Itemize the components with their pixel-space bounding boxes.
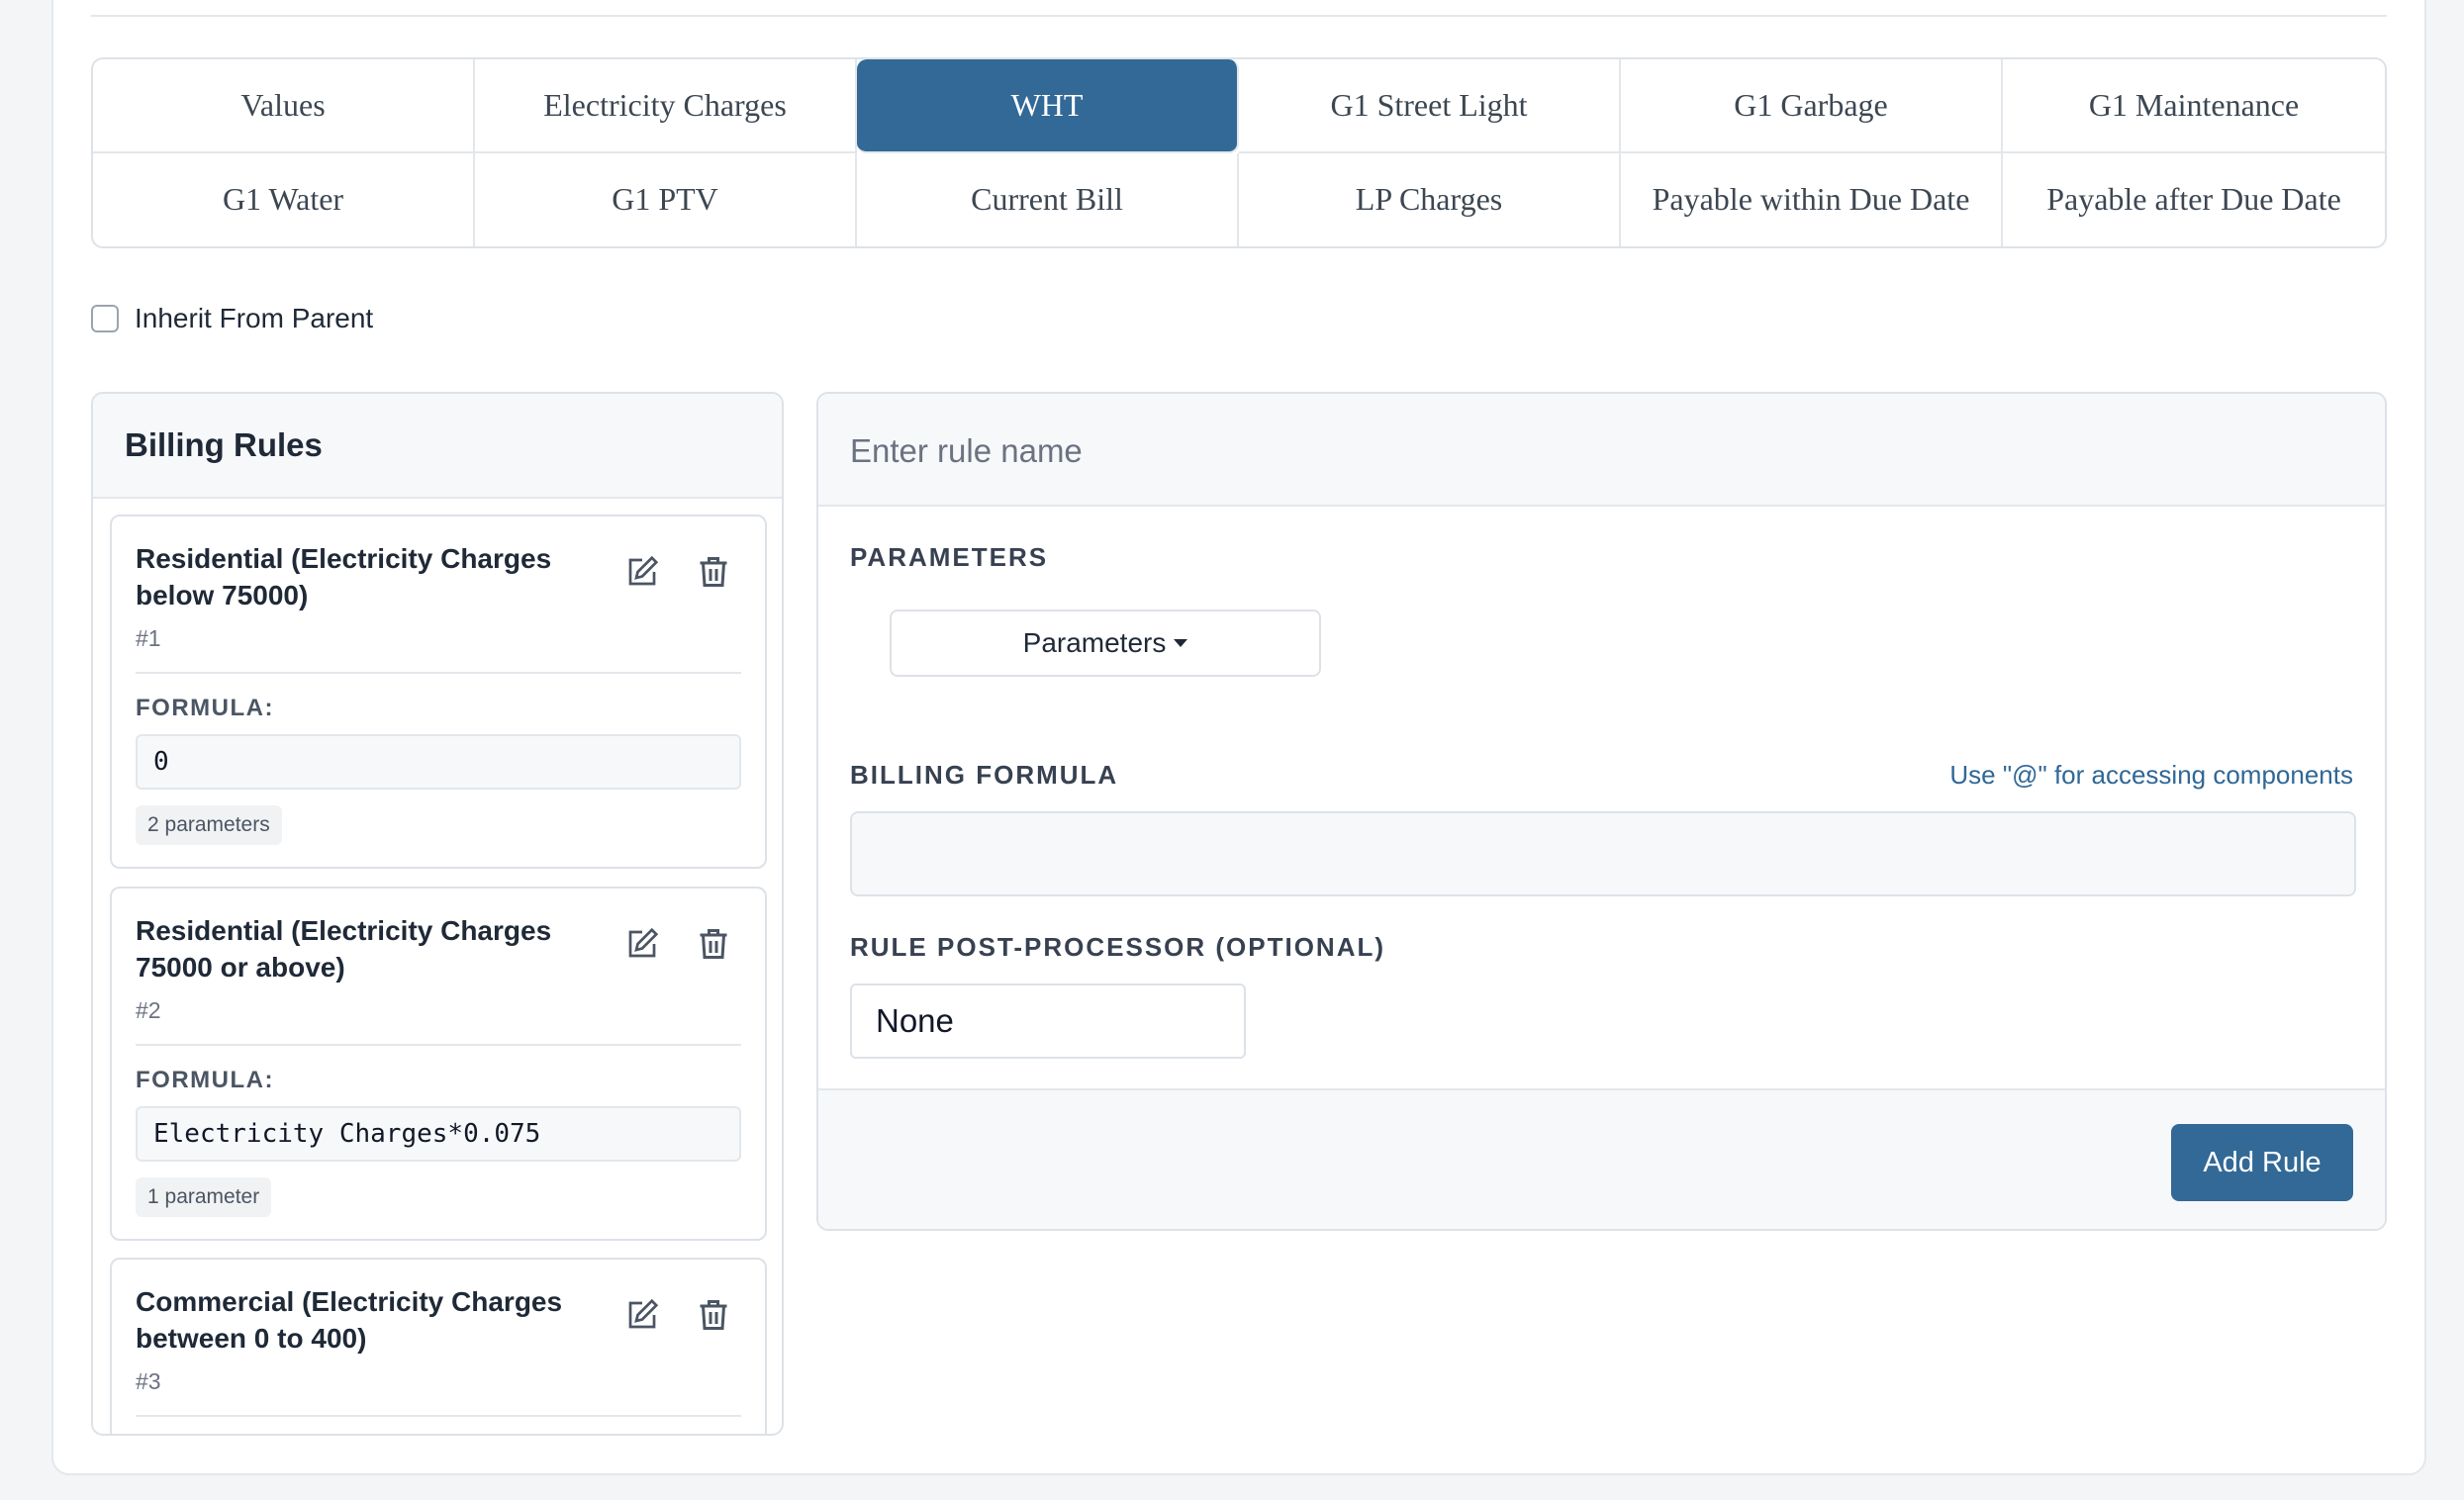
rule-number: #2	[136, 997, 161, 1023]
formula-value: 0	[136, 734, 741, 790]
billing-rules-header: Billing Rules	[93, 394, 782, 499]
rule-number: #1	[136, 625, 161, 651]
parameters-button-label: Parameters	[1022, 627, 1167, 658]
tab-values[interactable]: Values	[93, 59, 475, 153]
tab-payable-after-due-date[interactable]: Payable after Due Date	[2003, 153, 2385, 247]
trash-icon[interactable]	[696, 554, 731, 590]
rule-divider	[136, 672, 741, 674]
rule-number: #3	[136, 1368, 161, 1394]
tab-wht[interactable]: WHT	[857, 59, 1239, 153]
trash-icon[interactable]	[696, 926, 731, 962]
tab-current-bill[interactable]: Current Bill	[857, 152, 1239, 246]
parameters-dropdown-button[interactable]: Parameters	[890, 609, 1321, 677]
formula-hint: Use "@" for accessing components	[1949, 760, 2353, 790]
rule-name: Residential (Electricity Charges 75000 o…	[136, 915, 552, 983]
tab-g1-ptv[interactable]: G1 PTV	[475, 152, 857, 246]
tab-g1-garbage[interactable]: G1 Garbage	[1621, 59, 2003, 153]
billing-formula-label: BILLING FORMULA	[850, 760, 1119, 790]
post-processor-label: RULE POST-PROCESSOR (OPTIONAL)	[850, 932, 1386, 962]
tab-g1-water[interactable]: G1 Water	[93, 152, 475, 246]
rule-name: Commercial (Electricity Charges between …	[136, 1286, 563, 1354]
rule-name-input[interactable]	[850, 423, 1840, 479]
rule-divider	[136, 1415, 741, 1417]
edit-icon[interactable]	[624, 554, 660, 590]
tab-electricity-charges[interactable]: Electricity Charges	[475, 59, 857, 153]
post-processor-value: None	[876, 1002, 954, 1039]
inherit-label: Inherit From Parent	[135, 303, 374, 333]
billing-rules-panel: Billing Rules Residential (Electricity C…	[91, 392, 784, 1436]
rule-editor-panel: PARAMETERS Parameters BILLING FORMULA Us…	[816, 392, 2387, 1231]
post-processor-select[interactable]: None	[850, 984, 1246, 1059]
billing-formula-input[interactable]	[850, 811, 2356, 896]
rule-editor-footer: Add Rule	[818, 1088, 2385, 1229]
inherit-from-parent[interactable]: Inherit From Parent	[91, 303, 373, 334]
rule-card[interactable]: Residential (Electricity Charges below 7…	[110, 515, 767, 869]
rule-divider	[136, 1044, 741, 1046]
edit-icon[interactable]	[624, 1297, 660, 1333]
tab-g1-street-light[interactable]: G1 Street Light	[1239, 59, 1621, 153]
parameter-count-badge: 1 parameter	[136, 1177, 272, 1217]
edit-icon[interactable]	[624, 926, 660, 962]
component-tabs: Values Electricity Charges WHT G1 Street…	[91, 57, 2387, 248]
caret-down-icon	[1174, 639, 1188, 647]
add-rule-button[interactable]: Add Rule	[2171, 1124, 2353, 1201]
formula-label: FORMULA:	[136, 695, 274, 721]
trash-icon[interactable]	[696, 1297, 731, 1333]
tab-g1-maintenance[interactable]: G1 Maintenance	[2003, 59, 2385, 153]
rule-card[interactable]: Commercial (Electricity Charges between …	[110, 1258, 767, 1434]
parameter-count-badge: 2 parameters	[136, 805, 282, 845]
rule-name: Residential (Electricity Charges below 7…	[136, 543, 552, 610]
parameters-label: PARAMETERS	[850, 542, 1049, 572]
formula-label: FORMULA:	[136, 1067, 274, 1093]
inherit-checkbox[interactable]	[91, 305, 119, 332]
formula-value: Electricity Charges*0.075	[136, 1106, 741, 1162]
tab-lp-charges[interactable]: LP Charges	[1239, 152, 1621, 246]
tab-payable-within-due-date[interactable]: Payable within Due Date	[1621, 152, 2003, 246]
top-divider	[91, 15, 2387, 17]
billing-rules-title: Billing Rules	[125, 426, 323, 463]
rule-card[interactable]: Residential (Electricity Charges 75000 o…	[110, 887, 767, 1241]
rule-editor-header	[818, 394, 2385, 507]
